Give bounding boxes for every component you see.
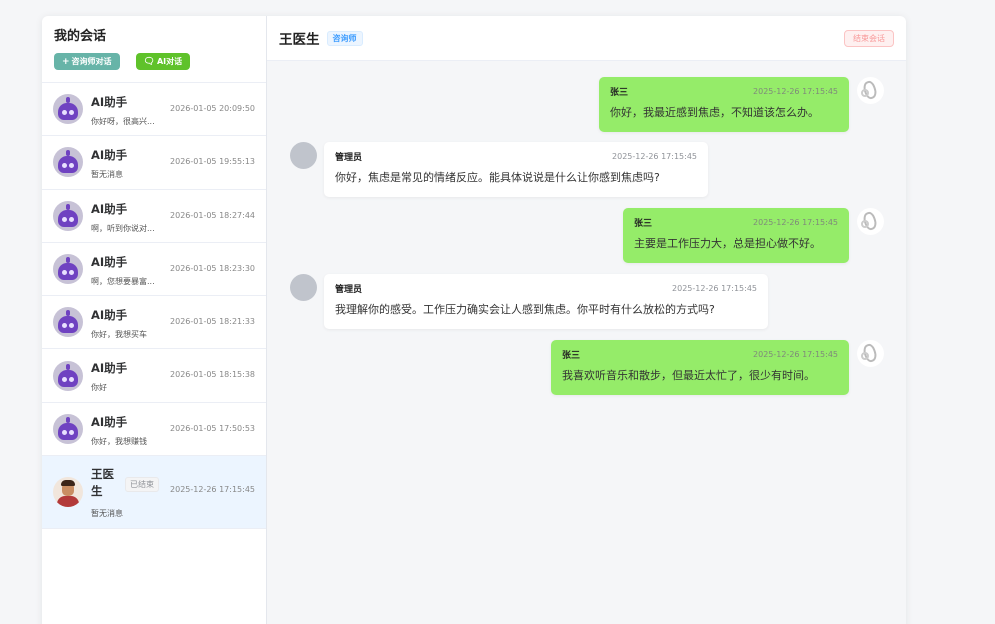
session-time: 2026-01-05 17:50:53 xyxy=(170,423,255,433)
message-text: 我喜欢听音乐和散步，但最近太忙了，很少有时间。 xyxy=(562,369,815,382)
robot-avatar-icon xyxy=(53,147,83,178)
session-item-active[interactable]: 王医生 已结束 暂无消息 2025-12-26 17:15:45 xyxy=(42,456,266,530)
session-name: AI助手 xyxy=(91,308,128,323)
admin-avatar-icon xyxy=(290,142,317,169)
session-time: 2026-01-05 18:27:44 xyxy=(170,210,255,220)
role-badge: 咨询师 xyxy=(326,30,363,46)
robot-avatar-icon xyxy=(53,94,83,125)
session-preview: 啊，听到你说对... xyxy=(91,223,155,233)
robot-avatar-icon xyxy=(53,413,83,444)
message-time: 2025-12-26 17:15:45 xyxy=(612,152,697,161)
session-item[interactable]: AI助手 你好，我想买车 2026-01-05 18:21:33 xyxy=(42,296,266,350)
chat-header: 王医生 咨询师 结束会话 xyxy=(267,16,906,61)
robot-avatar-icon xyxy=(53,307,83,338)
message-mine: 张三 2025-12-26 17:15:45 主要是工作压力大，总是担心做不好。 xyxy=(623,208,849,263)
new-counselor-chat-button[interactable]: + 咨询师对话 xyxy=(54,53,120,70)
session-list: AI助手 你好呀，很高兴... 2026-01-05 20:09:50 AI助手… xyxy=(42,83,266,624)
chat-bubble-icon: 🗨︎ xyxy=(143,56,155,67)
session-time: 2026-01-05 18:23:30 xyxy=(170,263,255,273)
plus-icon: + xyxy=(62,56,70,67)
session-name: AI助手 xyxy=(91,201,128,216)
robot-avatar-icon xyxy=(53,254,83,285)
chat-panel: 王医生 咨询师 结束会话 张三 2025-12-26 17:15:45 你好，我… xyxy=(267,16,906,624)
ai-button-label: AI对话 xyxy=(156,57,183,66)
session-time: 2026-01-05 18:15:38 xyxy=(170,370,255,380)
session-name: AI助手 xyxy=(91,414,128,429)
message-time: 2025-12-26 17:15:45 xyxy=(753,87,838,96)
session-item[interactable]: AI助手 啊，您想要暴富... 2026-01-05 18:23:30 xyxy=(42,243,266,297)
user-avatar-icon xyxy=(857,340,884,367)
app-window: 我的会话 + 咨询师对话 🗨︎ AI对话 AI助手 你好呀，很高兴... 202… xyxy=(42,16,906,624)
session-time: 2026-01-05 18:21:33 xyxy=(170,317,255,327)
session-name: 王医生 xyxy=(91,467,114,499)
doctor-avatar-icon xyxy=(53,477,83,508)
user-avatar-icon xyxy=(857,208,884,235)
robot-avatar-icon xyxy=(53,360,83,391)
new-ai-chat-button[interactable]: 🗨︎ AI对话 xyxy=(135,53,191,70)
session-preview: 你好，我想赚钱 xyxy=(91,436,147,446)
ended-status-badge: 已结束 xyxy=(125,477,159,493)
sidebar-header: 我的会话 + 咨询师对话 🗨︎ AI对话 xyxy=(42,16,266,83)
message-time: 2025-12-26 17:15:45 xyxy=(753,218,838,227)
message-area: 张三 2025-12-26 17:15:45 你好，我最近感到焦虑，不知道该怎么… xyxy=(267,61,906,624)
session-preview: 你好呀，很高兴... xyxy=(91,117,155,126)
message-other: 管理员 2025-12-26 17:15:45 你好，焦虑是常见的情绪反应。能具… xyxy=(324,142,708,197)
session-name: AI助手 xyxy=(91,361,128,376)
session-preview: 啊，您想要暴富... xyxy=(91,276,155,286)
message-mine: 张三 2025-12-26 17:15:45 我喜欢听音乐和散步，但最近太忙了，… xyxy=(551,340,849,395)
message-other: 管理员 2025-12-26 17:15:45 我理解你的感受。工作压力确实会让… xyxy=(324,274,768,329)
session-name: AI助手 xyxy=(91,95,128,109)
session-preview: 你好 xyxy=(91,383,107,393)
message-mine: 张三 2025-12-26 17:15:45 你好，我最近感到焦虑，不知道该怎么… xyxy=(599,77,849,132)
robot-avatar-icon xyxy=(53,200,83,231)
session-time: 2026-01-05 20:09:50 xyxy=(170,104,255,113)
end-session-button[interactable]: 结束会话 xyxy=(844,30,894,47)
session-preview: 暂无消息 xyxy=(91,509,123,519)
message-text: 你好，焦虑是常见的情绪反应。能具体说说是什么让你感到焦虑吗? xyxy=(335,171,660,184)
message-time: 2025-12-26 17:15:45 xyxy=(753,350,838,359)
session-name: AI助手 xyxy=(91,254,128,269)
session-name: AI助手 xyxy=(91,148,128,163)
session-preview: 你好，我想买车 xyxy=(91,330,147,340)
session-time: 2026-01-05 19:55:13 xyxy=(170,157,255,167)
session-item[interactable]: AI助手 你好 2026-01-05 18:15:38 xyxy=(42,349,266,403)
user-avatar-icon xyxy=(857,77,884,104)
message-time: 2025-12-26 17:15:45 xyxy=(672,284,757,293)
message-text: 我理解你的感受。工作压力确实会让人感到焦虑。你平时有什么放松的方式吗? xyxy=(335,303,715,316)
chat-title: 王医生 xyxy=(279,32,320,48)
session-item[interactable]: AI助手 你好呀，很高兴... 2026-01-05 20:09:50 xyxy=(42,83,266,137)
sidebar-title: 我的会话 xyxy=(54,29,107,44)
admin-avatar-icon xyxy=(290,274,317,301)
session-item[interactable]: AI助手 啊，听到你说对... 2026-01-05 18:27:44 xyxy=(42,190,266,243)
message-text: 主要是工作压力大，总是担心做不好。 xyxy=(634,237,821,250)
counselor-button-label: 咨询师对话 xyxy=(71,57,112,66)
session-item[interactable]: AI助手 你好，我想赚钱 2026-01-05 17:50:53 xyxy=(42,403,266,457)
session-preview: 暂无消息 xyxy=(91,170,123,180)
message-text: 你好，我最近感到焦虑，不知道该怎么办。 xyxy=(610,106,819,119)
session-sidebar: 我的会话 + 咨询师对话 🗨︎ AI对话 AI助手 你好呀，很高兴... 202… xyxy=(42,16,267,624)
session-time: 2025-12-26 17:15:45 xyxy=(170,485,255,495)
session-item[interactable]: AI助手 暂无消息 2026-01-05 19:55:13 xyxy=(42,136,266,190)
